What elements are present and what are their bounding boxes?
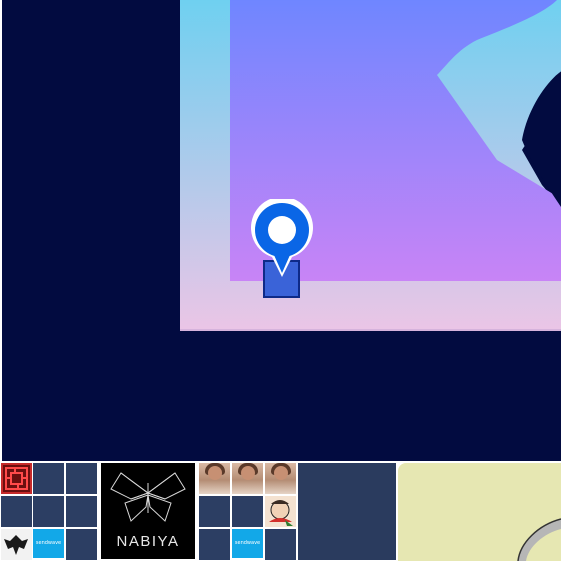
empty-slot[interactable] <box>265 529 296 560</box>
nabiya-label: NABIYA <box>116 533 180 550</box>
bird-glyph <box>4 535 28 555</box>
sendwave-badge[interactable]: sendwave <box>232 529 263 558</box>
portrait-photo[interactable] <box>265 463 296 494</box>
empty-slot[interactable] <box>1 496 32 527</box>
empty-slot[interactable] <box>66 463 97 494</box>
empty-slot[interactable] <box>33 463 64 494</box>
bird-logo-icon[interactable] <box>1 529 32 560</box>
empty-slot-wide[interactable] <box>298 463 396 560</box>
asset-tray: sendwave NABIYA sendwave <box>0 461 561 561</box>
nabiya-logo-tile[interactable]: NABIYA <box>101 463 195 559</box>
logo-baseline <box>180 329 561 331</box>
design-canvas[interactable] <box>0 0 561 461</box>
cartoon-sticker[interactable] <box>265 496 296 527</box>
empty-slot[interactable] <box>66 496 97 527</box>
empty-slot[interactable] <box>232 496 263 527</box>
portrait-photo[interactable] <box>232 463 263 494</box>
sendwave-badge[interactable]: sendwave <box>33 529 64 558</box>
empty-slot[interactable] <box>199 496 230 527</box>
empty-slot[interactable] <box>199 529 230 560</box>
empty-slot[interactable] <box>33 496 64 527</box>
yellow-preview-tile[interactable] <box>398 463 561 561</box>
maze-pattern-glyph <box>5 467 28 490</box>
butterfly-icon <box>110 472 186 522</box>
screen: sendwave NABIYA sendwave <box>0 0 561 561</box>
sticker-glyph <box>269 500 293 526</box>
maze-pattern-icon[interactable] <box>1 463 32 494</box>
portrait-photo[interactable] <box>199 463 230 494</box>
ring-graphic <box>517 518 561 561</box>
location-pin-icon[interactable] <box>251 199 315 299</box>
empty-slot[interactable] <box>66 529 97 560</box>
